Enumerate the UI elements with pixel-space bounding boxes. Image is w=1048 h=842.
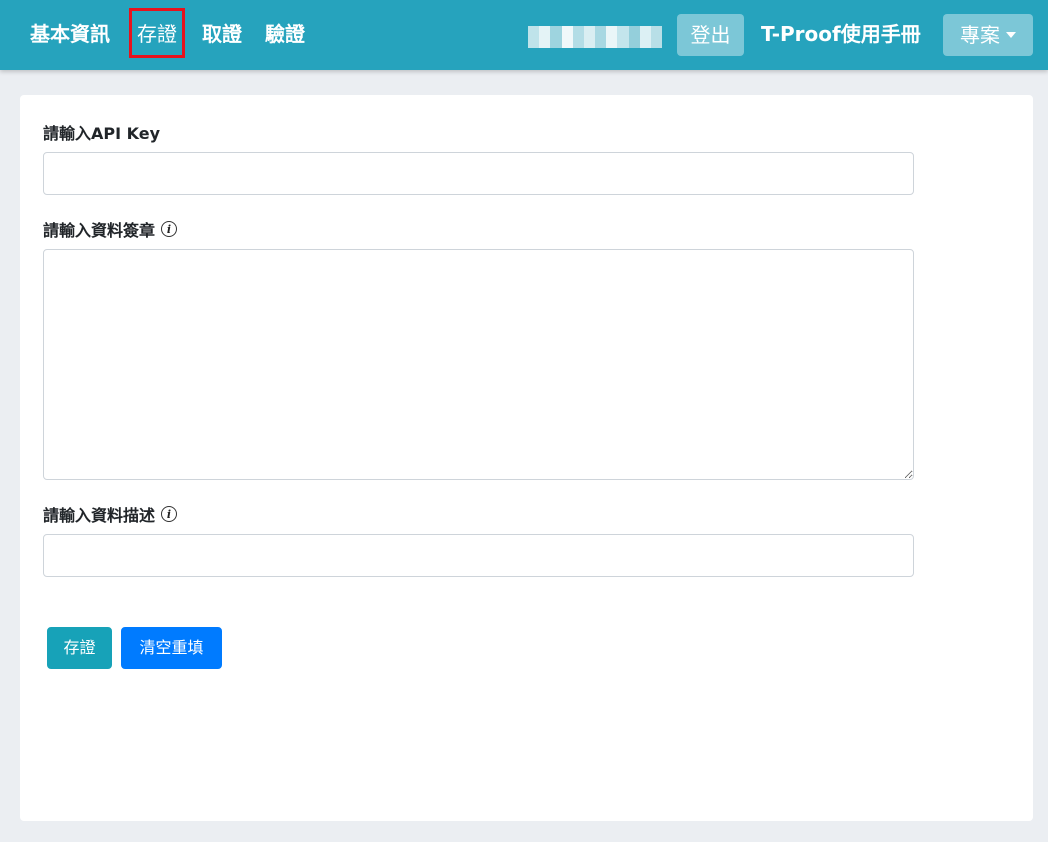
submit-deposit-button[interactable]: 存證 bbox=[47, 627, 112, 669]
manual-link[interactable]: T-Proof使用手冊 bbox=[761, 17, 921, 51]
logout-button[interactable]: 登出 bbox=[677, 14, 744, 56]
description-input[interactable] bbox=[43, 534, 914, 577]
description-label-text: 請輸入資料描述 bbox=[43, 506, 156, 525]
reset-form-button[interactable]: 清空重填 bbox=[121, 627, 222, 669]
caret-down-icon bbox=[1006, 31, 1016, 38]
project-dropdown-label: 專案 bbox=[960, 23, 1000, 47]
api-key-label-text: 請輸入API Key bbox=[43, 124, 161, 143]
info-icon[interactable]: i bbox=[161, 506, 178, 522]
info-icon[interactable]: i bbox=[161, 221, 178, 237]
project-dropdown-button[interactable]: 專案 bbox=[943, 14, 1033, 56]
signature-textarea[interactable] bbox=[43, 249, 914, 480]
username-redacted bbox=[528, 26, 663, 48]
api-key-input[interactable] bbox=[43, 152, 914, 195]
signature-label-text: 請輸入資料簽章 bbox=[43, 221, 156, 240]
description-label: 請輸入資料描述 i bbox=[43, 502, 178, 526]
api-key-label: 請輸入API Key bbox=[43, 120, 160, 144]
nav-item-verify[interactable]: 驗證 bbox=[265, 17, 305, 51]
nav-item-retrieve[interactable]: 取證 bbox=[202, 17, 242, 51]
nav-item-basic-info[interactable]: 基本資訊 bbox=[30, 17, 110, 51]
signature-label: 請輸入資料簽章 i bbox=[43, 217, 178, 241]
top-navbar: 基本資訊 存證 取證 驗證 登出 T-Proof使用手冊 專案 bbox=[0, 0, 1048, 70]
nav-item-deposit[interactable]: 存證 bbox=[129, 8, 185, 58]
